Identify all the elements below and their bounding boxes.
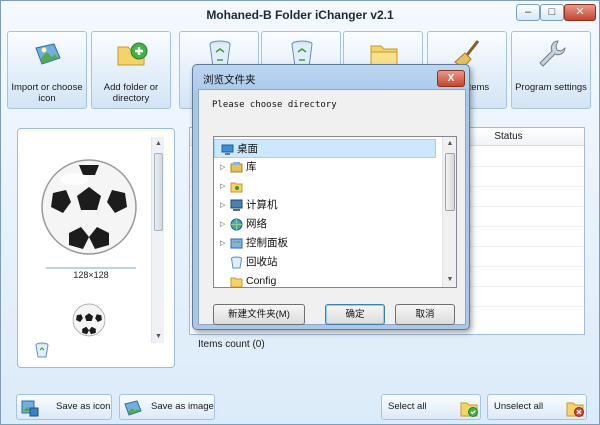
minimize-button[interactable]: – [516, 4, 540, 21]
add-folder-icon [117, 42, 148, 66]
select-all-button[interactable]: Select all [381, 394, 481, 420]
tree-item-recycle-bin[interactable]: 回收站 [214, 253, 436, 272]
tree-item-computer[interactable]: ▷ 计算机 [214, 196, 436, 215]
import-icon-label: Import or choose icon [11, 82, 83, 104]
import-icon-button[interactable]: Import or choose icon [7, 31, 87, 109]
expand-icon[interactable]: ▷ [220, 234, 225, 253]
scroll-up-icon[interactable]: ▲ [443, 137, 456, 151]
scroll-thumb[interactable] [154, 153, 163, 231]
save-as-icon-label: Save as icon [56, 401, 111, 412]
new-folder-button[interactable]: 新建文件夹(M) [213, 304, 305, 325]
tree-item-network[interactable]: ▷ 网络 [214, 215, 436, 234]
unselect-all-label: Unselect all [494, 401, 544, 412]
maximize-icon: □ [548, 6, 556, 18]
scroll-down-icon[interactable]: ▼ [443, 273, 456, 287]
status-column-header[interactable]: Status [458, 128, 558, 146]
tree-item-library[interactable]: ▷ 库 [214, 158, 436, 177]
select-all-label: Select all [388, 401, 427, 412]
soccer-ball-icon [41, 159, 137, 255]
save-image-icon [124, 400, 142, 416]
unselect-all-icon [566, 402, 584, 417]
program-settings-button[interactable]: Program settings [511, 31, 591, 109]
save-as-icon-button[interactable]: Save as icon [16, 394, 112, 420]
expand-icon[interactable]: ▷ [220, 215, 225, 234]
computer-icon [230, 199, 243, 211]
preview-scrollbar[interactable]: ▲ ▼ [151, 137, 164, 343]
import-picture-icon [35, 43, 61, 65]
tree-scrollbar[interactable]: ▲ ▼ [442, 137, 456, 287]
scroll-thumb[interactable] [445, 153, 455, 211]
desktop-icon [221, 144, 234, 155]
control-panel-icon [230, 238, 243, 249]
add-folder-button[interactable]: Add folder or directory [91, 31, 171, 109]
save-as-image-button[interactable]: Save as image [119, 394, 215, 420]
network-icon [230, 218, 243, 231]
close-icon: ✕ [575, 6, 585, 18]
library-icon [230, 162, 243, 173]
dialog-close-button[interactable]: X [437, 70, 465, 87]
ok-button[interactable]: 确定 [325, 304, 385, 325]
scroll-up-icon[interactable]: ▲ [152, 137, 165, 150]
dialog-prompt: Please choose directory [212, 100, 337, 110]
window-title: Mohaned-B Folder iChanger v2.1 [206, 8, 394, 22]
unselect-all-button[interactable]: Unselect all [487, 394, 587, 420]
maximize-button[interactable]: □ [540, 4, 564, 21]
tree-item-config[interactable]: Config [214, 272, 436, 287]
scroll-down-icon[interactable]: ▼ [152, 330, 165, 343]
browse-folder-dialog: 浏览文件夹 X Please choose directory 桌面 ▷ 库 ▷… [192, 64, 470, 330]
wrench-icon [539, 40, 566, 67]
recycle-bin-small-icon[interactable] [34, 342, 50, 358]
tree-item-user[interactable]: ▷ [214, 177, 436, 196]
save-as-image-label: Save as image [151, 401, 214, 412]
close-icon: X [447, 73, 455, 84]
user-folder-icon [230, 182, 243, 193]
add-folder-label: Add folder or directory [103, 82, 159, 104]
expand-icon[interactable]: ▷ [220, 196, 225, 215]
folder-tree[interactable]: 桌面 ▷ 库 ▷ ▷ 计算机 ▷ 网络 ▷ 控制面板 回收站 Config ▲ … [213, 136, 457, 288]
save-icon-icon [21, 400, 39, 417]
program-settings-label: Program settings [515, 82, 587, 93]
close-button[interactable]: ✕ [564, 4, 596, 21]
dialog-body: Please choose directory 桌面 ▷ 库 ▷ ▷ 计算机 ▷… [198, 89, 466, 325]
minimize-icon: – [524, 6, 532, 18]
folder-icon [230, 277, 243, 287]
soccer-ball-small-icon [72, 303, 106, 337]
size-divider [46, 267, 136, 269]
expand-icon[interactable]: ▷ [220, 158, 225, 177]
icon-preview-panel[interactable]: 128×128 ▲ ▼ [17, 128, 175, 368]
tree-item-control-panel[interactable]: ▷ 控制面板 [214, 234, 436, 253]
tree-item-desktop[interactable]: 桌面 [214, 139, 436, 158]
dialog-title: 浏览文件夹 [203, 74, 256, 86]
expand-icon[interactable]: ▷ [220, 177, 225, 196]
items-count: Items count (0) [198, 339, 265, 350]
select-all-icon [460, 402, 478, 417]
recycle-bin-icon [231, 256, 242, 269]
icon-size-label: 128×128 [73, 270, 109, 280]
cancel-button[interactable]: 取消 [395, 304, 455, 325]
